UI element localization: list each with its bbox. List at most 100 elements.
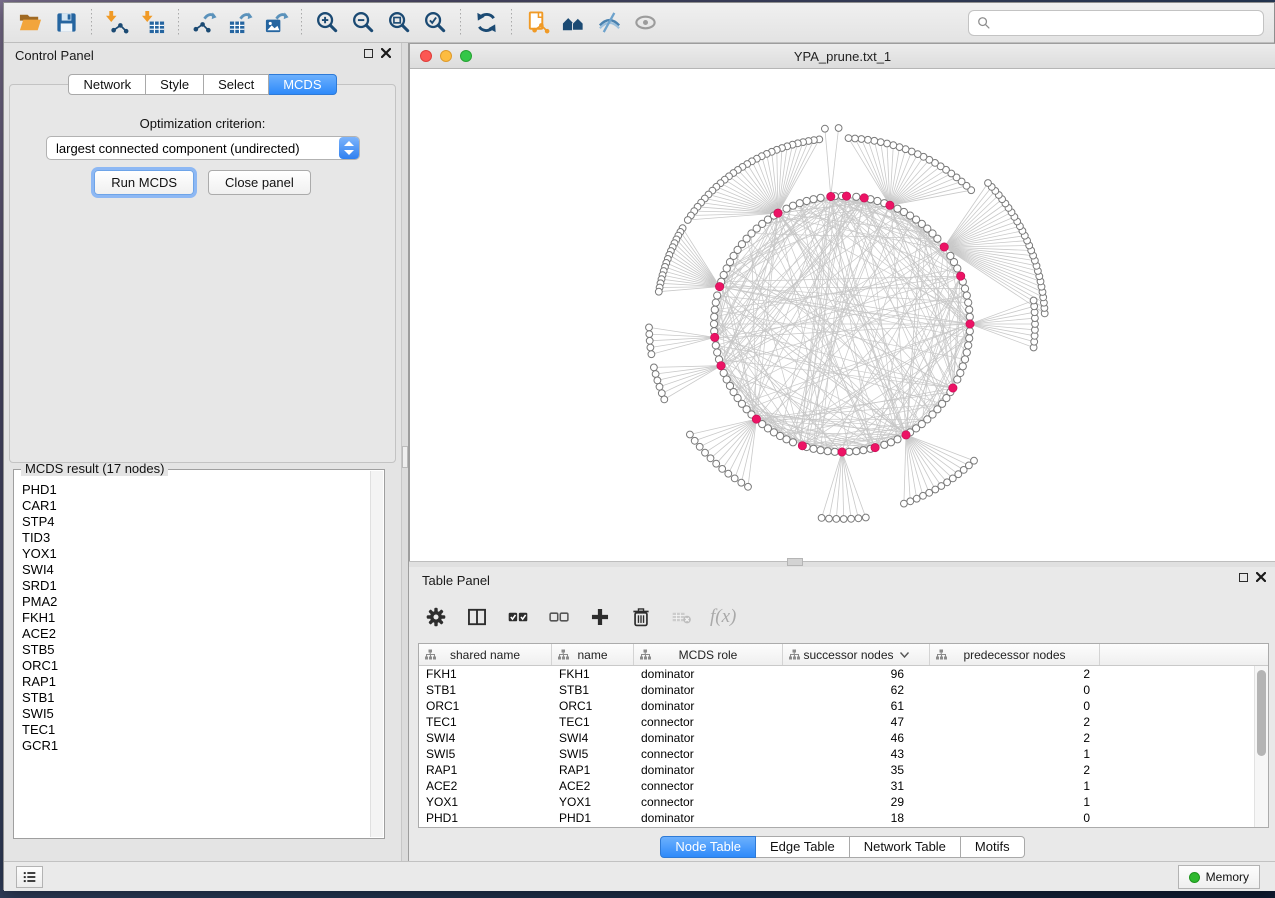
zoom-in-icon[interactable] bbox=[309, 6, 345, 40]
float-panel-icon[interactable] bbox=[1239, 573, 1248, 582]
table-row[interactable]: ACE2ACE2connector311 bbox=[419, 778, 1254, 794]
mcds-result-item[interactable]: ACE2 bbox=[22, 626, 370, 642]
table-cell: 62 bbox=[783, 682, 930, 698]
first-neighbors-icon[interactable] bbox=[555, 6, 591, 40]
splitter-grip[interactable] bbox=[402, 446, 408, 468]
table-cell: 18 bbox=[783, 810, 930, 826]
clone-network-icon[interactable] bbox=[519, 6, 555, 40]
search-box[interactable] bbox=[968, 10, 1264, 36]
minimize-window-icon[interactable] bbox=[440, 50, 452, 62]
mcds-list-scrollbar[interactable] bbox=[370, 471, 383, 837]
table-cell: SWI4 bbox=[552, 730, 634, 746]
import-table-icon[interactable] bbox=[135, 6, 171, 40]
table-row[interactable]: YOX1YOX1connector291 bbox=[419, 794, 1254, 810]
table-cell: 96 bbox=[783, 666, 930, 682]
save-session-icon[interactable] bbox=[48, 6, 84, 40]
refresh-icon[interactable] bbox=[468, 6, 504, 40]
mcds-result-list[interactable]: PHD1CAR1STP4TID3YOX1SWI4SRD1PMA2FKH1ACE2… bbox=[15, 478, 370, 837]
deselect-all-icon[interactable] bbox=[546, 604, 572, 630]
open-file-icon[interactable] bbox=[12, 6, 48, 40]
tab-motifs[interactable]: Motifs bbox=[961, 836, 1025, 858]
tab-mcds[interactable]: MCDS bbox=[269, 74, 336, 95]
table-cell: SWI5 bbox=[552, 746, 634, 762]
table-row[interactable]: ORC1ORC1dominator610 bbox=[419, 698, 1254, 714]
toolbar-separator bbox=[91, 9, 92, 37]
column-header-predecessor-nodes[interactable]: predecessor nodes bbox=[930, 644, 1100, 665]
tab-edge-table[interactable]: Edge Table bbox=[756, 836, 850, 858]
column-type-icon bbox=[558, 649, 569, 663]
mcds-result-item[interactable]: GCR1 bbox=[22, 738, 370, 754]
run-mcds-button[interactable]: Run MCDS bbox=[94, 170, 194, 195]
table-cell: ACE2 bbox=[552, 778, 634, 794]
column-header-successor-nodes[interactable]: successor nodes bbox=[783, 644, 930, 665]
scrollbar-thumb[interactable] bbox=[1257, 670, 1266, 756]
table-row[interactable]: SWI5SWI5connector431 bbox=[419, 746, 1254, 762]
table-row[interactable]: RAP1RAP1dominator352 bbox=[419, 762, 1254, 778]
select-all-icon[interactable] bbox=[505, 604, 531, 630]
table-body: FKH1FKH1dominator962STB1STB1dominator620… bbox=[419, 666, 1254, 827]
zoom-selected-icon[interactable] bbox=[417, 6, 453, 40]
mcds-result-item[interactable]: YOX1 bbox=[22, 546, 370, 562]
close-panel-button[interactable]: Close panel bbox=[208, 170, 311, 195]
mcds-result-item[interactable]: STP4 bbox=[22, 514, 370, 530]
memory-button[interactable]: Memory bbox=[1178, 865, 1260, 889]
add-icon[interactable] bbox=[587, 604, 613, 630]
import-network-icon[interactable] bbox=[99, 6, 135, 40]
table-cell: STB1 bbox=[552, 682, 634, 698]
export-table-icon[interactable] bbox=[222, 6, 258, 40]
tab-select[interactable]: Select bbox=[204, 74, 269, 95]
table-row[interactable]: PHD1PHD1dominator180 bbox=[419, 810, 1254, 826]
table-tabs: Node TableEdge TableNetwork TableMotifs bbox=[409, 836, 1275, 858]
optimization-criterion-label: Optimization criterion: bbox=[10, 116, 395, 131]
mcds-result-item[interactable]: STB1 bbox=[22, 690, 370, 706]
column-header-name[interactable]: name bbox=[552, 644, 634, 665]
mcds-result-item[interactable]: STB5 bbox=[22, 642, 370, 658]
zoom-out-icon[interactable] bbox=[345, 6, 381, 40]
show-hidden-icon[interactable] bbox=[627, 6, 663, 40]
vertical-splitter[interactable] bbox=[401, 43, 409, 861]
table-row[interactable]: STB1STB1dominator620 bbox=[419, 682, 1254, 698]
table-scrollbar[interactable] bbox=[1254, 666, 1268, 827]
tab-node-table[interactable]: Node Table bbox=[660, 836, 756, 858]
tab-style[interactable]: Style bbox=[146, 74, 204, 95]
mcds-result-item[interactable]: TID3 bbox=[22, 530, 370, 546]
gear-icon[interactable] bbox=[423, 604, 449, 630]
criterion-dropdown[interactable]: largest connected component (undirected) bbox=[46, 136, 360, 160]
search-input[interactable] bbox=[997, 16, 1255, 31]
close-panel-icon[interactable] bbox=[1256, 572, 1266, 582]
dropdown-stepper-icon[interactable] bbox=[339, 137, 359, 159]
zoom-fit-icon[interactable] bbox=[381, 6, 417, 40]
mcds-result-item[interactable]: PHD1 bbox=[22, 482, 370, 498]
table-row[interactable]: SWI4SWI4dominator462 bbox=[419, 730, 1254, 746]
mcds-result-item[interactable]: SWI5 bbox=[22, 706, 370, 722]
toolbar-separator bbox=[460, 9, 461, 37]
tab-network[interactable]: Network bbox=[68, 74, 146, 95]
table-row[interactable]: TEC1TEC1connector472 bbox=[419, 714, 1254, 730]
mcds-result-item[interactable]: TEC1 bbox=[22, 722, 370, 738]
mcds-result-item[interactable]: SWI4 bbox=[22, 562, 370, 578]
trash-icon[interactable] bbox=[628, 604, 654, 630]
table-cell: 43 bbox=[783, 746, 930, 762]
table-cell: TEC1 bbox=[552, 714, 634, 730]
column-header-MCDS-role[interactable]: MCDS role bbox=[634, 644, 783, 665]
tab-network-table[interactable]: Network Table bbox=[850, 836, 961, 858]
float-panel-icon[interactable] bbox=[364, 49, 373, 58]
close-panel-icon[interactable] bbox=[381, 48, 391, 58]
task-history-button[interactable] bbox=[16, 866, 43, 888]
show-columns-icon[interactable] bbox=[464, 604, 490, 630]
close-window-icon[interactable] bbox=[420, 50, 432, 62]
mcds-result-item[interactable]: PMA2 bbox=[22, 594, 370, 610]
export-image-icon[interactable] bbox=[258, 6, 294, 40]
mcds-result-item[interactable]: RAP1 bbox=[22, 674, 370, 690]
column-header-shared-name[interactable]: shared name bbox=[419, 644, 552, 665]
table-row[interactable]: FKH1FKH1dominator962 bbox=[419, 666, 1254, 682]
mcds-result-item[interactable]: ORC1 bbox=[22, 658, 370, 674]
maximize-window-icon[interactable] bbox=[460, 50, 472, 62]
export-network-icon[interactable] bbox=[186, 6, 222, 40]
splitter-grip[interactable] bbox=[787, 558, 803, 566]
mcds-result-item[interactable]: SRD1 bbox=[22, 578, 370, 594]
mcds-result-item[interactable]: CAR1 bbox=[22, 498, 370, 514]
hide-selected-icon[interactable] bbox=[591, 6, 627, 40]
network-canvas[interactable] bbox=[410, 70, 1275, 561]
mcds-result-item[interactable]: FKH1 bbox=[22, 610, 370, 626]
